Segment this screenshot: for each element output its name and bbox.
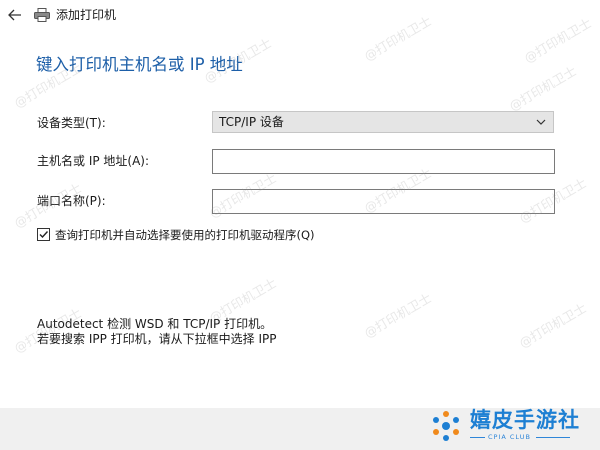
device-type-label: 设备类型(T):: [37, 116, 106, 130]
hostname-label: 主机名或 IP 地址(A):: [37, 154, 150, 168]
back-button[interactable]: [4, 4, 26, 26]
auto-select-driver-checkbox[interactable]: [37, 228, 50, 241]
arrow-left-icon: [8, 9, 21, 21]
port-name-label: 端口名称(P):: [37, 194, 106, 208]
auto-select-driver-label[interactable]: 查询打印机并自动选择要使用的打印机驱动程序(Q): [55, 228, 315, 242]
brand-logo: 嬉皮手游社 CPIA CLUB: [424, 406, 584, 446]
logo-name: 嬉皮手游社: [470, 408, 580, 432]
page-heading: 键入打印机主机名或 IP 地址: [36, 55, 243, 74]
watermark: @打印机卫士: [516, 300, 589, 351]
hostname-input[interactable]: [212, 149, 555, 174]
logo-mark-icon: [433, 411, 459, 441]
device-type-value: TCP/IP 设备: [219, 115, 284, 129]
logo-rule: [470, 437, 485, 438]
logo-subtitle: CPIA CLUB: [488, 433, 531, 441]
logo-rule: [536, 437, 570, 438]
chevron-down-icon: [536, 119, 546, 125]
watermark: @打印机卫士: [506, 63, 579, 114]
title-bar: 添加打印机: [0, 0, 600, 32]
port-name-input[interactable]: [212, 189, 555, 214]
watermark: @打印机卫士: [361, 290, 434, 341]
printer-icon: [34, 8, 50, 22]
check-icon: [39, 231, 49, 239]
window-title: 添加打印机: [56, 8, 117, 22]
device-type-select[interactable]: TCP/IP 设备: [212, 111, 554, 133]
info-text-autodetect: Autodetect 检测 WSD 和 TCP/IP 打印机。: [37, 317, 273, 331]
info-text-ipp: 若要搜索 IPP 打印机，请从下拉框中选择 IPP: [37, 332, 277, 346]
